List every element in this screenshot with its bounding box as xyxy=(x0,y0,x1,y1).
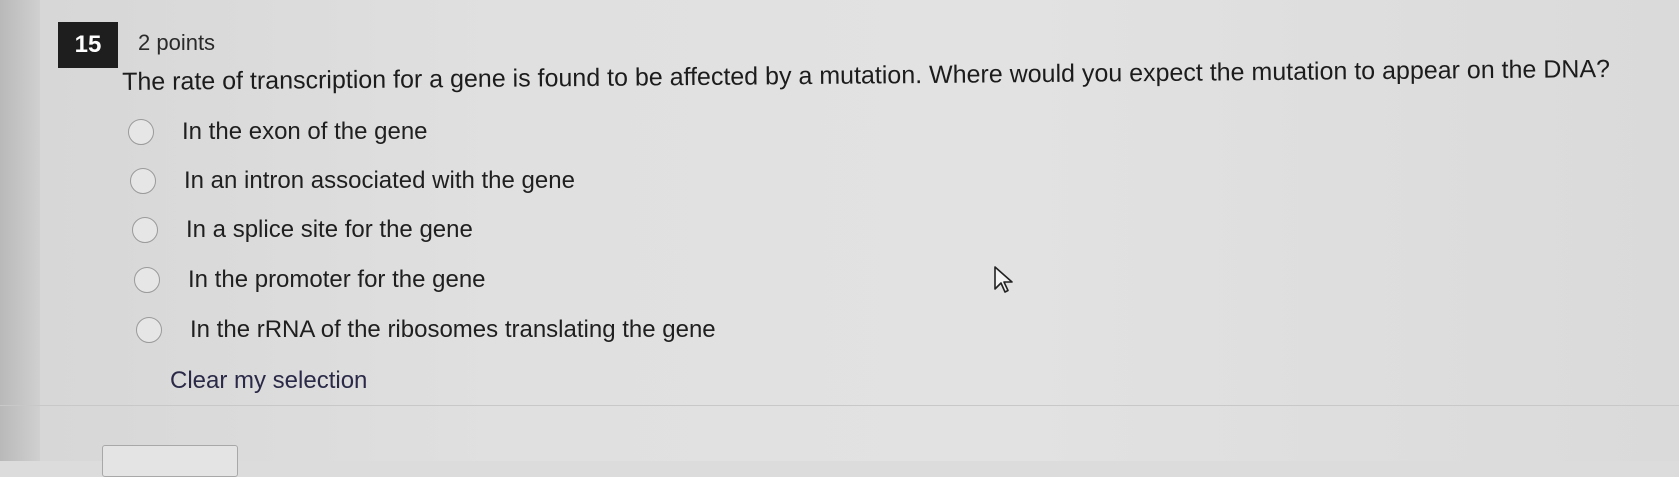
option-label: In an intron associated with the gene xyxy=(184,167,575,194)
clear-selection-link[interactable]: Clear my selection xyxy=(170,367,367,395)
option-label: In a splice site for the gene xyxy=(186,216,473,243)
radio-button[interactable] xyxy=(134,267,160,293)
mouse-pointer-icon xyxy=(994,266,1013,293)
radio-button[interactable] xyxy=(128,119,154,145)
option-label: In the promoter for the gene xyxy=(188,266,486,293)
option-1[interactable]: In the exon of the gene xyxy=(128,118,428,146)
quiz-page: 15 2 points The rate of transcription fo… xyxy=(0,0,1679,477)
page-edge xyxy=(0,0,40,461)
option-label: In the exon of the gene xyxy=(182,118,428,145)
option-3[interactable]: In a splice site for the gene xyxy=(132,216,473,244)
option-2[interactable]: In an intron associated with the gene xyxy=(130,167,575,195)
option-label: In the rRNA of the ribosomes translating… xyxy=(190,316,716,343)
question-text: The rate of transcription for a gene is … xyxy=(122,55,1611,96)
option-5[interactable]: In the rRNA of the ribosomes translating… xyxy=(136,316,716,344)
radio-button[interactable] xyxy=(130,168,156,194)
section-divider xyxy=(0,405,1679,406)
next-question-box[interactable] xyxy=(102,445,238,477)
option-4[interactable]: In the promoter for the gene xyxy=(134,266,486,294)
question-points: 2 points xyxy=(138,30,216,55)
radio-button[interactable] xyxy=(132,217,158,243)
radio-button[interactable] xyxy=(136,317,162,343)
question-number-badge: 15 xyxy=(58,22,118,68)
